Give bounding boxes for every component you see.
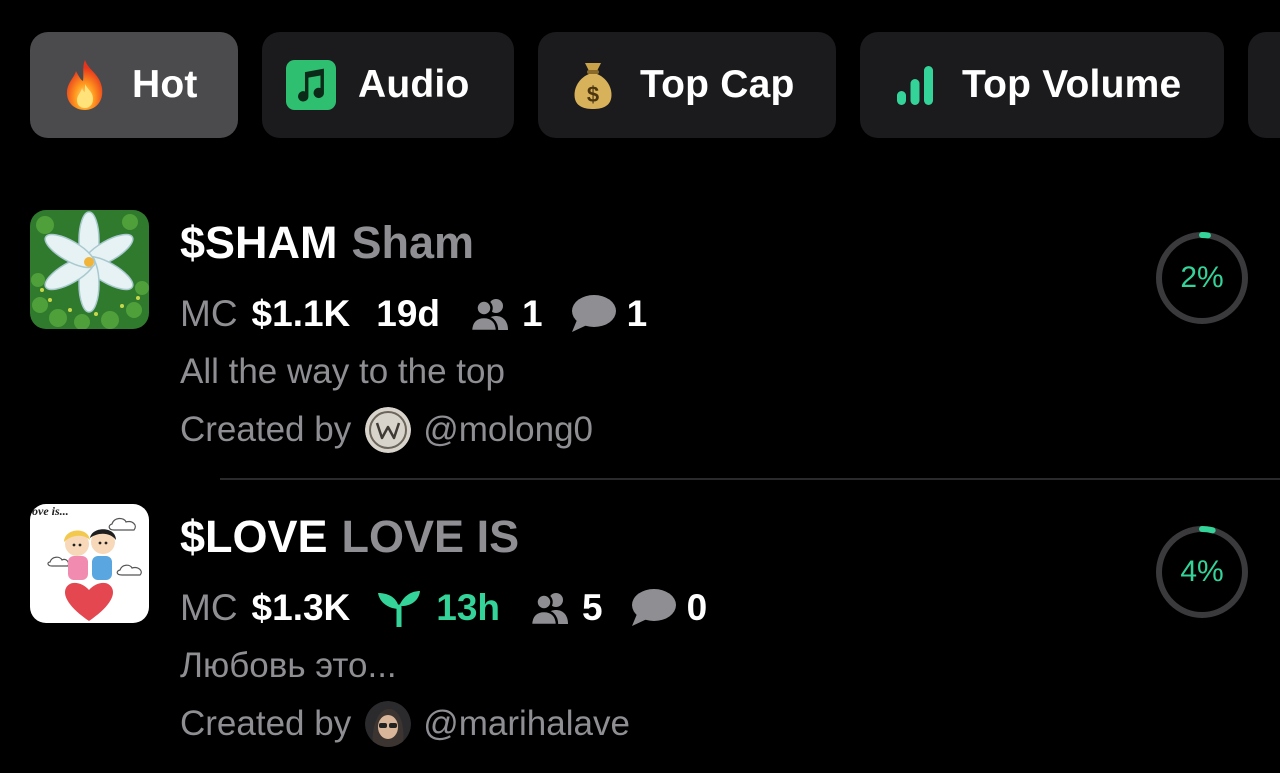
list-divider (220, 478, 1280, 480)
market-cap-label: MC (180, 587, 238, 628)
token-description: All the way to the top (180, 352, 505, 391)
bonding-progress-ring: 2% (1154, 230, 1250, 326)
creator-username[interactable]: @molong0 (423, 410, 593, 450)
market-cap-value: $1.3K (251, 587, 351, 628)
tab-label: Top Volume (962, 63, 1182, 106)
comment-icon (629, 588, 677, 628)
holders-count: 1 (522, 293, 543, 334)
token-ticker: $SHAM (180, 217, 338, 268)
avatar[interactable] (365, 701, 412, 747)
app-root: Hot Audio $ Top Cap Top Volume $SHAM Sha… (0, 0, 1280, 773)
progress-percent: 2% (1180, 261, 1224, 294)
comments-count: 1 (626, 293, 648, 334)
token-info: $LOVE LOVE IS MC $1.3K 13h 5 0 Любовь эт… (180, 504, 733, 748)
market-cap-value: $1.1K (251, 293, 351, 334)
svg-text:ove is...: ove is... (32, 504, 69, 518)
token-title: $LOVE LOVE IS (180, 504, 733, 570)
token-ticker: $LOVE (180, 511, 328, 562)
tab-label: Audio (358, 63, 470, 106)
token-image-love-is: ove is... (30, 504, 149, 623)
tab-overflow-partial[interactable] (1248, 32, 1280, 138)
category-tabs: Hot Audio $ Top Cap Top Volume (30, 32, 1280, 138)
creator-username[interactable]: @marihalave (423, 704, 630, 744)
token-stats: MC $1.1K 19d 1 1 (180, 292, 673, 336)
bonding-progress-ring: 4% (1154, 524, 1250, 620)
tab-hot[interactable]: Hot (30, 32, 238, 138)
token-description: Любовь это... (180, 646, 397, 685)
created-by-label: Created by (180, 704, 352, 743)
tab-label: Top Cap (640, 63, 795, 106)
holders-count: 5 (582, 587, 603, 628)
sprout-icon (376, 589, 422, 627)
fire-icon (60, 57, 110, 113)
token-name: Sham (351, 217, 475, 268)
token-name: LOVE IS (341, 511, 520, 562)
progress-percent: 4% (1180, 555, 1224, 588)
creator-line: Created by @molong0 (180, 406, 673, 454)
comments-count: 0 (686, 587, 708, 628)
holders-icon (470, 296, 512, 332)
music-note-icon (286, 57, 336, 113)
svg-text:$: $ (587, 82, 599, 107)
tab-audio[interactable]: Audio (262, 32, 514, 138)
token-image-flower (30, 210, 149, 329)
comment-icon (569, 294, 617, 334)
tab-label: Hot (132, 63, 198, 106)
holders-icon (530, 590, 572, 626)
avatar[interactable] (365, 407, 412, 453)
tab-top-volume[interactable]: Top Volume (860, 32, 1224, 138)
creator-line: Created by @marihalave (180, 700, 733, 748)
token-info: $SHAM Sham MC $1.1K 19d 1 1 All the way … (180, 210, 673, 454)
token-stats: MC $1.3K 13h 5 0 (180, 586, 733, 630)
token-title: $SHAM Sham (180, 210, 673, 276)
created-by-label: Created by (180, 410, 352, 449)
money-bag-icon: $ (568, 57, 618, 113)
token-age: 19d (376, 293, 441, 334)
market-cap-label: MC (180, 293, 238, 334)
tab-top-cap[interactable]: $ Top Cap (538, 32, 836, 138)
bar-chart-icon (890, 57, 940, 113)
token-age: 13h (436, 587, 501, 628)
